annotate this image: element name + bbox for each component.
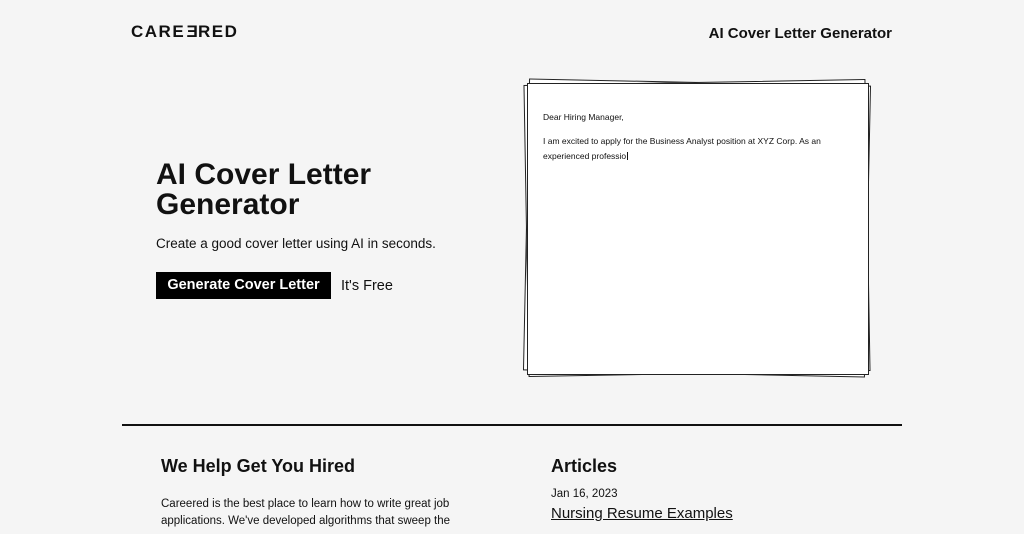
its-free-label: It's Free bbox=[341, 278, 393, 294]
article-date: Jan 16, 2023 bbox=[551, 488, 618, 500]
logo-text-flipped-letter: E bbox=[185, 22, 199, 41]
letter-front-sheet: Dear Hiring Manager, I am excited to app… bbox=[527, 83, 869, 375]
careered-logo[interactable]: CAREERED bbox=[131, 21, 238, 43]
header-nav-title[interactable]: AI Cover Letter Generator bbox=[709, 24, 892, 44]
page: CAREERED AI Cover Letter Generator AI Co… bbox=[0, 0, 1024, 534]
hero-subtitle: Create a good cover letter using AI in s… bbox=[156, 236, 436, 251]
generate-cover-letter-button[interactable]: Generate Cover Letter bbox=[156, 272, 331, 299]
letter-body-paragraph: I am excited to apply for the Business A… bbox=[543, 134, 855, 164]
letter-body-text: I am excited to apply for the Business A… bbox=[543, 136, 821, 161]
articles-section-title: Articles bbox=[551, 456, 618, 476]
text-cursor bbox=[627, 152, 629, 160]
hero-title: AI Cover Letter Generator bbox=[156, 158, 372, 221]
letter-greeting: Dear Hiring Manager, bbox=[543, 112, 624, 122]
article-link[interactable]: Nursing Resume Examples bbox=[551, 504, 733, 523]
logo-text-end: RED bbox=[198, 22, 239, 41]
section-divider bbox=[122, 424, 902, 426]
letter-text: Dear Hiring Manager, I am excited to app… bbox=[543, 110, 855, 173]
help-section-title: We Help Get You Hired bbox=[161, 456, 356, 476]
cover-letter-preview: Dear Hiring Manager, I am excited to app… bbox=[518, 72, 878, 388]
help-section-body: Careered is the best place to learn how … bbox=[161, 498, 451, 527]
logo-text-start: CARE bbox=[131, 22, 186, 41]
